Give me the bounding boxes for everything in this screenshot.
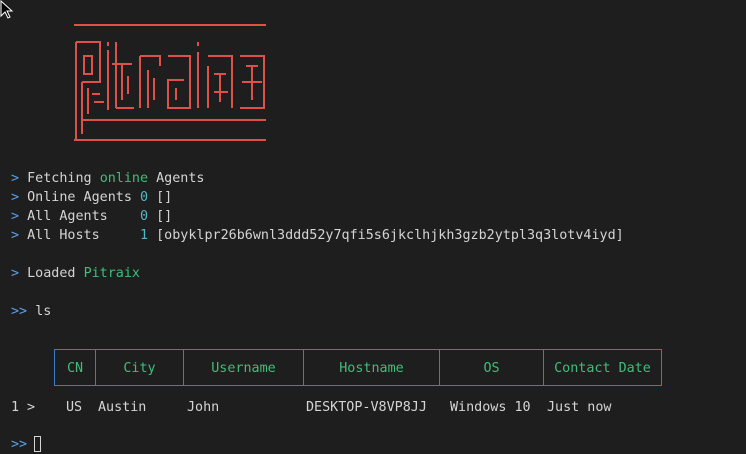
column-header-cn: CN bbox=[66, 361, 84, 376]
all-agents-line: > All Agents 0 [] bbox=[11, 207, 172, 226]
pitraix-keyword: Pitraix bbox=[83, 266, 140, 281]
fetching-line: > Fetching online Agents bbox=[11, 169, 205, 188]
line-prompt: > bbox=[11, 190, 20, 205]
all-hosts-count: 1 bbox=[140, 228, 149, 243]
column-header-username: Username bbox=[211, 361, 276, 376]
column-header-contact-date: Contact Date bbox=[554, 361, 651, 376]
agents-table-header: CN City Username Hostname OS Contact Dat… bbox=[54, 349, 662, 386]
line-prompt: > bbox=[11, 171, 20, 186]
all-hosts-line: > All Hosts 1 [obyklpr26b6wnl3ddd52y7qfi… bbox=[11, 226, 624, 245]
cell-hostname: DESKTOP-V8VP8JJ bbox=[306, 400, 427, 415]
all-agents-label: All Agents bbox=[27, 209, 108, 224]
input-line[interactable]: >> bbox=[11, 435, 27, 454]
loaded-text: Loaded bbox=[27, 266, 84, 281]
command-prompt: >> bbox=[11, 304, 28, 319]
online-agents-line: > Online Agents 0 [] bbox=[11, 188, 172, 207]
command-text: ls bbox=[35, 304, 52, 319]
column-header-hostname: Hostname bbox=[339, 361, 404, 376]
all-agents-count: 0 bbox=[140, 209, 149, 224]
command-line: >> ls bbox=[11, 302, 51, 321]
column-header-os: OS bbox=[483, 361, 500, 376]
cell-cn: US bbox=[66, 400, 83, 415]
all-hosts-label: All Hosts bbox=[27, 228, 100, 243]
row-index: 1 bbox=[11, 400, 20, 415]
row-marker: > bbox=[27, 400, 36, 415]
terminal-cursor[interactable] bbox=[34, 436, 41, 452]
online-agents-list: [] bbox=[156, 190, 173, 205]
online-keyword: online bbox=[99, 171, 149, 186]
line-prompt: > bbox=[11, 209, 20, 224]
column-header-city: City bbox=[123, 361, 156, 376]
cell-username: John bbox=[187, 400, 220, 415]
all-hosts-list: [obyklpr26b6wnl3ddd52y7qfi5s6jkclhjkh3gz… bbox=[156, 228, 624, 243]
line-prompt: > bbox=[11, 266, 20, 281]
online-agents-label: Online Agents bbox=[27, 190, 132, 205]
cell-os: Windows 10 bbox=[450, 400, 531, 415]
loaded-line: > Loaded Pitraix bbox=[11, 264, 140, 283]
line-prompt: > bbox=[11, 228, 20, 243]
cell-contact-date: Just now bbox=[547, 400, 612, 415]
online-agents-count: 0 bbox=[140, 190, 149, 205]
pitraix-logo bbox=[74, 24, 266, 141]
all-agents-list: [] bbox=[156, 209, 173, 224]
input-prompt: >> bbox=[11, 437, 28, 452]
agents-text: Agents bbox=[148, 171, 205, 186]
fetching-text: Fetching bbox=[27, 171, 100, 186]
mouse-pointer-icon bbox=[0, 0, 14, 19]
cell-city: Austin bbox=[98, 400, 147, 415]
